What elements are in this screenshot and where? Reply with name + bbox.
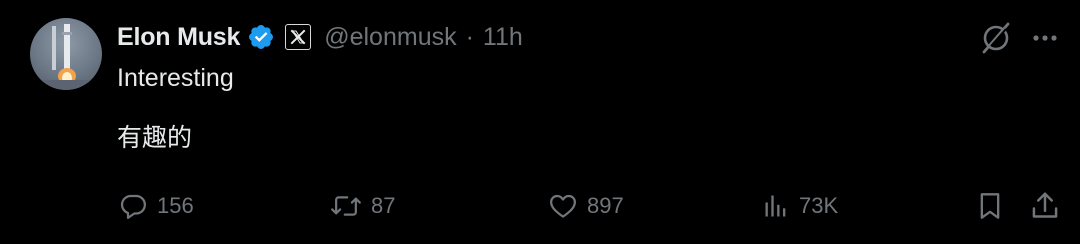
separator-dot: · (465, 22, 474, 51)
author-handle[interactable]: @elonmusk (324, 23, 456, 52)
share-button[interactable] (1030, 186, 1060, 226)
post-time[interactable]: 11h (483, 23, 523, 52)
action-bar: 156 87 897 73K (0, 186, 1080, 226)
tweet-text-line: 有趣的 (117, 124, 193, 152)
like-count: 897 (587, 193, 624, 218)
views-chart-icon (762, 191, 790, 221)
avatar[interactable] (30, 18, 102, 90)
views-count: 73K (799, 193, 839, 218)
reply-button[interactable]: 156 (118, 186, 194, 226)
bookmark-icon (976, 190, 1004, 222)
repost-count: 87 (371, 193, 396, 218)
more-icon[interactable] (1030, 24, 1060, 52)
like-button[interactable]: 897 (548, 186, 624, 226)
share-icon (1030, 190, 1060, 222)
verified-badge-icon[interactable] (247, 23, 275, 51)
views-button[interactable]: 73K (762, 186, 838, 226)
repost-icon (330, 191, 362, 221)
reply-icon (118, 191, 148, 221)
reply-count: 156 (157, 193, 194, 218)
heart-icon (548, 191, 578, 221)
x-logo-icon[interactable] (285, 24, 312, 50)
tweet-card[interactable]: Elon Musk @elonmusk · 11h Interesting 有趣… (0, 0, 1080, 244)
author-name[interactable]: Elon Musk (117, 23, 240, 52)
repost-button[interactable]: 87 (330, 186, 395, 226)
tweet-text-line: Interesting (117, 64, 234, 92)
tweet-header: Elon Musk @elonmusk · 11h (117, 18, 523, 56)
grok-icon[interactable] (978, 20, 1014, 56)
bookmark-button[interactable] (976, 186, 1004, 226)
